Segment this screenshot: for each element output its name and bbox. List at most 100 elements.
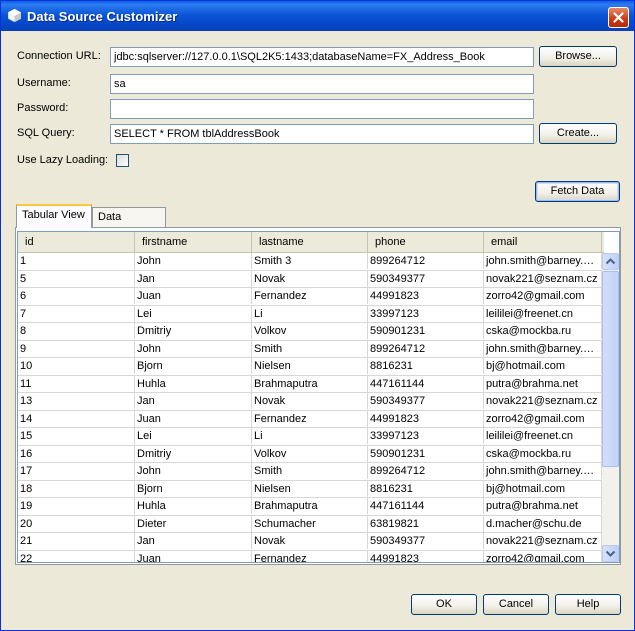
table-row[interactable]: 17 John Smith 899264712 john.smith@barney.… [18, 463, 602, 481]
table-cell-firstname[interactable]: John [135, 340, 252, 357]
vertical-scrollbar[interactable] [602, 253, 619, 562]
table-cell-phone[interactable]: 899264712 [368, 463, 484, 479]
table-cell-email[interactable]: leililei@freenet.cn [484, 428, 602, 444]
table-row[interactable]: 18 Bjorn Nielsen 8816231 bj@hotmail.com [18, 480, 602, 498]
table-row[interactable]: 7 Lei Li 33997123 leililei@freenet.cn [18, 305, 602, 323]
scroll-thumb[interactable] [602, 271, 619, 467]
connection-url-field[interactable]: jdbc:sqlserver://127.0.0.1\SQL2K5:1433;d… [110, 47, 534, 67]
table-cell-email[interactable]: bj@hotmail.com [484, 480, 602, 497]
ok-button[interactable]: OK [411, 594, 477, 615]
table-cell-id[interactable]: 11 [18, 375, 135, 392]
table-cell-id[interactable]: 22 [18, 550, 135, 562]
table-cell-firstname[interactable]: Juan [135, 550, 252, 562]
table-cell-firstname[interactable]: Bjorn [135, 480, 252, 497]
table-cell-id[interactable]: 10 [18, 358, 135, 374]
table-cell-phone[interactable]: 44991823 [368, 410, 484, 427]
table-cell-phone[interactable]: 590901231 [368, 445, 484, 462]
fetch-data-button[interactable]: Fetch Data [535, 181, 620, 202]
table-cell-firstname[interactable]: John [135, 253, 252, 269]
table-cell-email[interactable]: leililei@freenet.cn [484, 305, 602, 322]
table-cell-phone[interactable]: 63819821 [368, 515, 484, 532]
table-cell-phone[interactable]: 590349377 [368, 270, 484, 287]
table-cell-firstname[interactable]: Dmitriy [135, 323, 252, 339]
table-cell-firstname[interactable]: Huhla [135, 498, 252, 514]
table-cell-lastname[interactable]: Smith [252, 340, 368, 357]
table-cell-lastname[interactable]: Volkov [252, 323, 368, 339]
table-cell-email[interactable]: novak221@seznam.cz [484, 270, 602, 287]
table-cell-id[interactable]: 14 [18, 410, 135, 427]
table-cell-firstname[interactable]: Juan [135, 288, 252, 304]
table-row[interactable]: 5 Jan Novak 590349377 novak221@seznam.cz [18, 270, 602, 288]
table-cell-id[interactable]: 9 [18, 340, 135, 357]
column-header-email[interactable]: email [484, 232, 602, 252]
table-cell-firstname[interactable]: Bjorn [135, 358, 252, 374]
table-cell-email[interactable]: d.macher@schu.de [484, 515, 602, 532]
table-row[interactable]: 21 Jan Novak 590349377 novak221@seznam.cz [18, 533, 602, 551]
table-cell-email[interactable]: john.smith@barney.… [484, 463, 602, 479]
table-row[interactable]: 10 Bjorn Nielsen 8816231 bj@hotmail.com [18, 358, 602, 376]
tab-tabular-view[interactable]: Tabular View [16, 204, 92, 228]
table-cell-email[interactable]: putra@brahma.net [484, 498, 602, 514]
table-cell-email[interactable]: novak221@seznam.cz [484, 393, 602, 409]
table-cell-id[interactable]: 18 [18, 480, 135, 497]
table-cell-email[interactable]: zorro42@gmail.com [484, 550, 602, 562]
table-cell-id[interactable]: 8 [18, 323, 135, 339]
table-cell-firstname[interactable]: Jan [135, 533, 252, 549]
table-cell-email[interactable]: zorro42@gmail.com [484, 410, 602, 427]
table-cell-lastname[interactable]: Nielsen [252, 358, 368, 374]
table-cell-email[interactable]: cska@mockba.ru [484, 323, 602, 339]
table-cell-email[interactable]: john.smith@barney.… [484, 340, 602, 357]
table-row[interactable]: 1 John Smith 3 899264712 john.smith@barney.… [18, 253, 602, 271]
column-header-lastname[interactable]: lastname [252, 232, 368, 252]
table-cell-lastname[interactable]: Fernandez [252, 550, 368, 562]
help-button[interactable]: Help [555, 594, 621, 615]
table-cell-firstname[interactable]: Huhla [135, 375, 252, 392]
table-cell-id[interactable]: 13 [18, 393, 135, 409]
table-cell-phone[interactable]: 8816231 [368, 480, 484, 497]
table-row[interactable]: 14 Juan Fernandez 44991823 zorro42@gmail.com [18, 410, 602, 428]
table-row[interactable]: 11 Huhla Brahmaputra 447161144 putra@brahma.… [18, 375, 602, 393]
table-cell-firstname[interactable]: Juan [135, 410, 252, 427]
table-cell-email[interactable]: zorro42@gmail.com [484, 288, 602, 304]
sql-query-field[interactable]: SELECT * FROM tblAddressBook [110, 124, 534, 144]
table-cell-email[interactable]: cska@mockba.ru [484, 445, 602, 462]
scroll-down-button[interactable] [602, 545, 619, 562]
table-cell-firstname[interactable]: Lei [135, 305, 252, 322]
table-row[interactable]: 22 Juan Fernandez 44991823 zorro42@gmail.com [18, 550, 602, 562]
table-row[interactable]: 13 Jan Novak 590349377 novak221@seznam.cz [18, 393, 602, 411]
browse-button[interactable]: Browse... [539, 46, 617, 67]
create-button[interactable]: Create... [539, 123, 617, 144]
table-cell-phone[interactable]: 33997123 [368, 428, 484, 444]
title-bar[interactable]: Data Source Customizer [1, 1, 634, 31]
table-cell-firstname[interactable]: Dmitriy [135, 445, 252, 462]
column-header-phone[interactable]: phone [368, 232, 484, 252]
table-cell-phone[interactable]: 447161144 [368, 498, 484, 514]
table-cell-firstname[interactable]: Dieter [135, 515, 252, 532]
table-cell-lastname[interactable]: Schumacher [252, 515, 368, 532]
table-cell-lastname[interactable]: Li [252, 305, 368, 322]
table-cell-lastname[interactable]: Novak [252, 393, 368, 409]
table-cell-firstname[interactable]: Jan [135, 270, 252, 287]
table-row[interactable]: 20 Dieter Schumacher 63819821 d.macher@schu.… [18, 515, 602, 533]
cancel-button[interactable]: Cancel [483, 594, 549, 615]
column-header-firstname[interactable]: firstname [135, 232, 252, 252]
table-cell-id[interactable]: 5 [18, 270, 135, 287]
table-cell-phone[interactable]: 899264712 [368, 340, 484, 357]
table-cell-phone[interactable]: 44991823 [368, 550, 484, 562]
table-cell-id[interactable]: 1 [18, 253, 135, 269]
table-row[interactable]: 9 John Smith 899264712 john.smith@barney.… [18, 340, 602, 358]
table-cell-lastname[interactable]: Nielsen [252, 480, 368, 497]
table-cell-firstname[interactable]: John [135, 463, 252, 479]
table-cell-lastname[interactable]: Brahmaputra [252, 498, 368, 514]
table-cell-lastname[interactable]: Smith 3 [252, 253, 368, 269]
table-cell-id[interactable]: 19 [18, 498, 135, 514]
table-cell-lastname[interactable]: Volkov [252, 445, 368, 462]
tab-data-sources[interactable]: Data Sources [92, 207, 166, 241]
table-cell-phone[interactable]: 899264712 [368, 253, 484, 269]
table-cell-phone[interactable]: 44991823 [368, 288, 484, 304]
username-field[interactable]: sa [110, 74, 534, 94]
table-cell-phone[interactable]: 590349377 [368, 533, 484, 549]
table-cell-phone[interactable]: 590349377 [368, 393, 484, 409]
table-cell-lastname[interactable]: Fernandez [252, 410, 368, 427]
table-cell-lastname[interactable]: Brahmaputra [252, 375, 368, 392]
